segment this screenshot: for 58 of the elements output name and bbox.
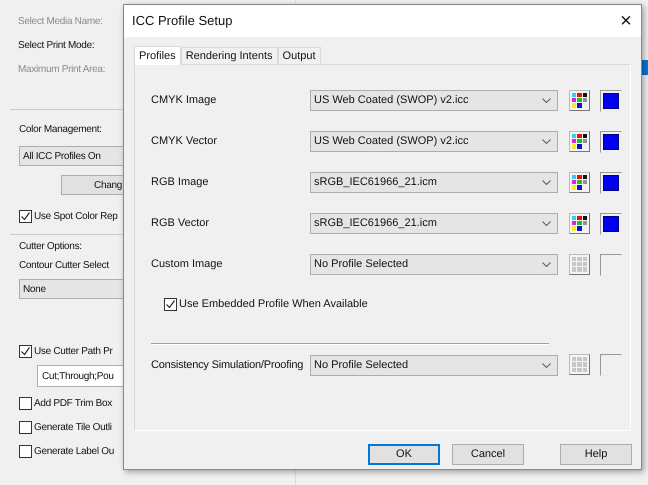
close-button[interactable]: × xyxy=(611,6,641,36)
field-label: Maximum Print Area: xyxy=(18,63,106,77)
caret-icon xyxy=(542,98,551,103)
color-swatch-button[interactable] xyxy=(600,130,622,152)
profile-dropdown[interactable]: US Web Coated (SWOP) v2.icc xyxy=(310,131,558,152)
profile-label: Custom Image xyxy=(151,257,224,272)
checkbox-label: Use Cutter Path Pr xyxy=(34,345,113,359)
color-grid-button[interactable] xyxy=(569,130,590,152)
group-title: Color Management: xyxy=(19,123,102,137)
checkbox[interactable] xyxy=(19,421,32,434)
checkbox-label: Use Spot Color Rep xyxy=(34,210,118,224)
dialog-button[interactable]: Cancel xyxy=(452,444,524,465)
cutter-dropdown[interactable]: None xyxy=(19,279,123,299)
profile-label: RGB Image xyxy=(151,175,210,190)
caret-icon xyxy=(542,139,551,144)
checkbox[interactable] xyxy=(164,298,177,311)
profile-label: RGB Vector xyxy=(151,216,210,232)
profile-dropdown[interactable]: US Web Coated (SWOP) v2.icc xyxy=(310,90,558,111)
color-swatch-button[interactable] xyxy=(600,212,622,234)
caret-icon xyxy=(542,362,551,368)
profile-dropdown[interactable]: sRGB_IEC61966_21.icm xyxy=(310,172,558,193)
cutter-path-field[interactable]: Cut;Through;Pou xyxy=(37,365,123,387)
profile-label: CMYK Vector xyxy=(151,134,218,150)
checkbox-label: Generate Label Ou xyxy=(34,445,114,459)
profile-dropdown[interactable]: No Profile Selected xyxy=(310,354,558,376)
field-label: Select Media Name: xyxy=(18,15,103,29)
profile-mode-dropdown[interactable]: All ICC Profiles On xyxy=(19,146,123,166)
checkbox-label: Generate Tile Outli xyxy=(34,421,112,435)
change-button[interactable]: Chang xyxy=(61,175,123,195)
group-title: Cutter Options: xyxy=(19,240,82,254)
checkbox[interactable] xyxy=(19,445,32,458)
caret-icon xyxy=(542,221,551,226)
tab[interactable]: Profiles xyxy=(134,46,181,65)
tab[interactable]: Output xyxy=(278,47,321,64)
checkbox[interactable] xyxy=(19,345,32,358)
dialog-button[interactable]: Help xyxy=(560,444,632,465)
checkbox-label: Add PDF Trim Box xyxy=(34,397,112,411)
color-grid-button[interactable] xyxy=(569,212,590,234)
profile-dropdown[interactable]: No Profile Selected xyxy=(310,254,558,275)
color-grid-button[interactable] xyxy=(569,254,590,274)
profile-dropdown[interactable]: sRGB_IEC61966_21.icm xyxy=(310,213,558,234)
caret-icon xyxy=(542,180,551,185)
color-grid-button[interactable] xyxy=(569,90,590,110)
profile-label: Consistency Simulation/Proofing xyxy=(151,358,304,373)
caret-icon xyxy=(542,262,551,267)
checkbox[interactable] xyxy=(19,210,32,223)
checkbox-label: Use Embedded Profile When Available xyxy=(179,297,368,312)
color-grid-button[interactable] xyxy=(569,172,590,192)
field-label: Contour Cutter Select xyxy=(19,259,109,273)
color-swatch-button[interactable] xyxy=(600,172,622,194)
dialog-button[interactable]: OK xyxy=(368,444,440,465)
field-label: Select Print Mode: xyxy=(18,39,94,53)
profile-label: CMYK Image xyxy=(151,93,218,108)
color-swatch-button[interactable] xyxy=(600,90,622,112)
tab[interactable]: Rendering Intents xyxy=(180,47,278,64)
window-title: ICC Profile Setup xyxy=(132,12,234,30)
color-grid-button[interactable] xyxy=(569,354,590,375)
checkbox[interactable] xyxy=(19,397,32,410)
